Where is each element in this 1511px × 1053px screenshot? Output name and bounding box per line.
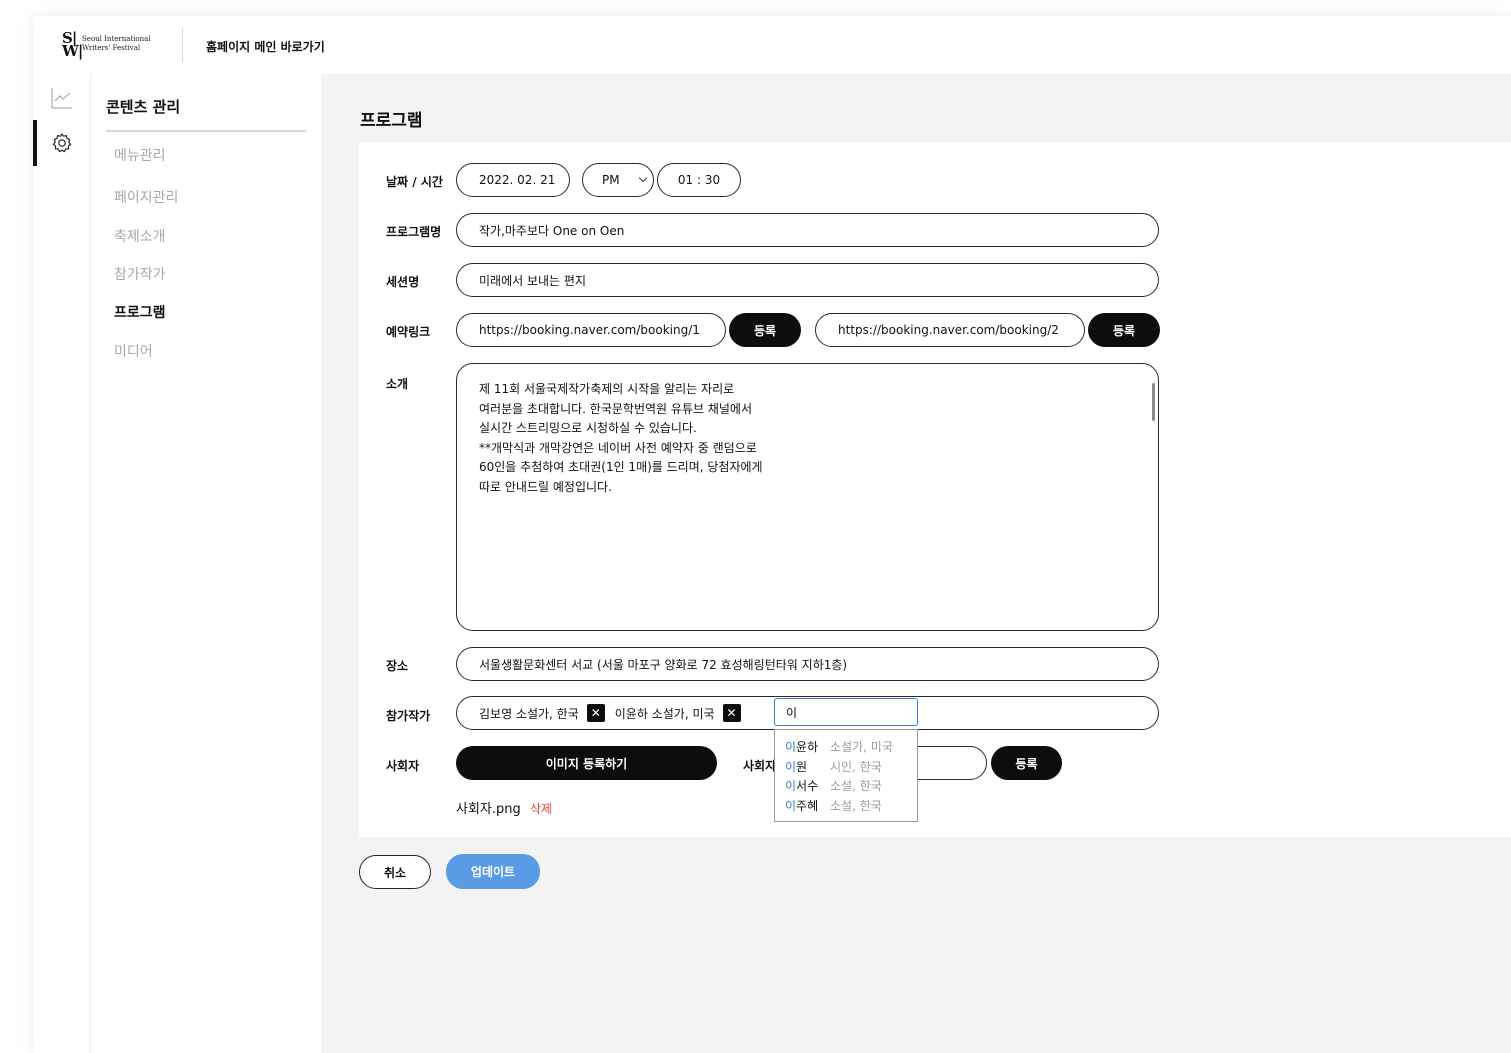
suggestion-rest: 윤하 <box>796 740 819 755</box>
side-menu-title: 콘텐츠 관리 <box>106 98 181 116</box>
page-title: 프로그램 <box>360 111 423 131</box>
header-divider <box>182 28 183 62</box>
intro-label: 소개 <box>386 377 409 391</box>
suggestion-match: 이 <box>785 740 797 755</box>
delete-file-link[interactable]: 삭제 <box>530 800 552 817</box>
booking-register-button-1[interactable]: 등록 <box>729 313 801 347</box>
program-form: 날짜 / 시간 2022. 02. 21 PM 01 : 30 프로그램명 작가… <box>359 142 1511 837</box>
ampm-value: PM <box>602 173 620 187</box>
host-register-button[interactable]: 등록 <box>991 746 1062 780</box>
session-name-label: 세션명 <box>386 275 420 289</box>
suggestion-desc: 소설, 한국 <box>830 798 882 813</box>
suggestion-rest: 원 <box>796 759 808 774</box>
datetime-label: 날짜 / 시간 <box>386 175 443 189</box>
gear-icon[interactable] <box>50 131 74 155</box>
side-menu-divider <box>106 130 306 132</box>
program-name-input[interactable]: 작가,마주보다 One on Oen <box>456 213 1159 247</box>
suggestion-name: 이주혜 <box>785 797 830 814</box>
time-field[interactable]: 01 : 30 <box>657 163 741 197</box>
home-link[interactable]: 홈페이지 메인 바로가기 <box>206 38 325 55</box>
rail-active-indicator <box>33 120 37 166</box>
author-tag-label: 이윤하 소설가, 미국 <box>614 706 715 721</box>
booking-link-1-input[interactable]: https://booking.naver.com/booking/1 <box>456 313 726 347</box>
suggestion-rest: 서수 <box>796 779 819 794</box>
sidebar-item-menu[interactable]: 메뉴관리 <box>114 145 166 165</box>
app-window: S| W| Seoul International Writers' Festiv… <box>33 16 1511 1053</box>
textarea-scrollbar[interactable] <box>1152 383 1155 421</box>
chevron-down-icon <box>638 173 647 183</box>
intro-line: 따로 안내드릴 예정입니다. <box>479 479 612 494</box>
icon-rail <box>33 74 91 1053</box>
author-search-input[interactable]: 이 <box>774 698 918 726</box>
session-name-input[interactable]: 미래에서 보내는 편지 <box>456 263 1159 297</box>
booking-label: 예약링크 <box>386 325 431 339</box>
sidebar-item-program[interactable]: 프로그램 <box>114 302 166 322</box>
venue-input[interactable]: 서울생활문화센터 서교 (서울 마포구 양화로 72 효성해링턴타워 지하1층) <box>456 647 1159 681</box>
author-tag: 이윤하 소설가, 미국 <box>615 704 741 722</box>
suggestion-item[interactable]: 이윤하 소설가, 미국 <box>775 737 917 757</box>
remove-tag-icon[interactable] <box>722 704 741 722</box>
sidebar-item-media[interactable]: 미디어 <box>114 341 153 361</box>
booking-register-button-2[interactable]: 등록 <box>1088 313 1160 347</box>
program-name-label: 프로그램명 <box>386 225 442 239</box>
logo-text: Seoul International Writers' Festival <box>82 35 151 52</box>
suggestion-match: 이 <box>785 798 797 813</box>
chart-icon[interactable] <box>50 86 74 110</box>
suggestion-item[interactable]: 이서수 소설, 한국 <box>775 776 917 796</box>
host-label: 사회자 <box>386 759 420 773</box>
sidebar-item-authors[interactable]: 참가작가 <box>114 264 166 284</box>
cancel-button[interactable]: 취소 <box>359 855 431 889</box>
suggestion-name: 이서수 <box>785 777 830 794</box>
suggestion-rest: 주혜 <box>796 798 819 813</box>
booking-link-2-input[interactable]: https://booking.naver.com/booking/2 <box>815 313 1085 347</box>
logo-mark: S| W| <box>62 29 83 60</box>
author-tag-label: 김보영 소설가, 한국 <box>479 706 579 721</box>
suggestion-name: 이원 <box>785 758 830 775</box>
suggestion-item[interactable]: 이원 시인, 한국 <box>775 757 917 777</box>
top-bar: S| W| Seoul International Writers' Festiv… <box>33 16 1511 74</box>
suggestion-desc: 소설, 한국 <box>830 779 882 794</box>
update-button[interactable]: 업데이트 <box>446 854 540 889</box>
intro-textarea[interactable]: 제 11회 서울국제작가축제의 시작을 알리는 자리로 여러분을 초대합니다. … <box>456 363 1159 631</box>
suggestion-match: 이 <box>785 779 797 794</box>
suggestion-item[interactable]: 이주혜 소설, 한국 <box>775 796 917 816</box>
suggestion-match: 이 <box>785 759 797 774</box>
date-field[interactable]: 2022. 02. 21 <box>456 163 570 197</box>
suggestion-desc: 시인, 한국 <box>830 759 882 774</box>
author-tag: 김보영 소설가, 한국 <box>479 704 605 722</box>
suggestion-desc: 소설가, 미국 <box>830 740 893 755</box>
intro-line: **개막식과 개막강연은 네이버 사전 예약자 중 랜덤으로 <box>479 440 757 455</box>
author-suggestions-dropdown: 이윤하 소설가, 미국 이원 시인, 한국 이서수 소설, 한국 이주혜 소설,… <box>774 729 918 822</box>
sidebar-item-festival[interactable]: 축제소개 <box>114 226 166 246</box>
authors-label: 참가작가 <box>386 709 431 723</box>
remove-tag-icon[interactable] <box>586 704 605 722</box>
side-menu: 콘텐츠 관리 메뉴관리 페이지관리 축제소개 참가작가 프로그램 미디어 <box>91 74 321 1053</box>
ampm-select[interactable]: PM <box>582 163 654 197</box>
intro-line: 제 11회 서울국제작가축제의 시작을 알리는 자리로 <box>479 382 735 396</box>
venue-label: 장소 <box>386 659 409 673</box>
intro-line: 실시간 스트리밍으로 시청하실 수 있습니다. <box>479 421 697 435</box>
intro-line: 여러분을 초대합니다. 한국문학번역원 유튜브 채널에서 <box>479 401 752 416</box>
festival-logo[interactable]: S| W| Seoul International Writers' Festiv… <box>62 29 162 60</box>
suggestion-name: 이윤하 <box>785 738 830 755</box>
host-name-label: 사회자 <box>743 759 777 773</box>
image-upload-button[interactable]: 이미지 등록하기 <box>456 746 717 780</box>
intro-line: 60인을 추첨하여 초대권(1인 1매)를 드리며, 당첨자에게 <box>479 460 763 474</box>
uploaded-file-name: 사회자.png <box>456 802 521 817</box>
sidebar-item-pages[interactable]: 페이지관리 <box>114 187 178 207</box>
